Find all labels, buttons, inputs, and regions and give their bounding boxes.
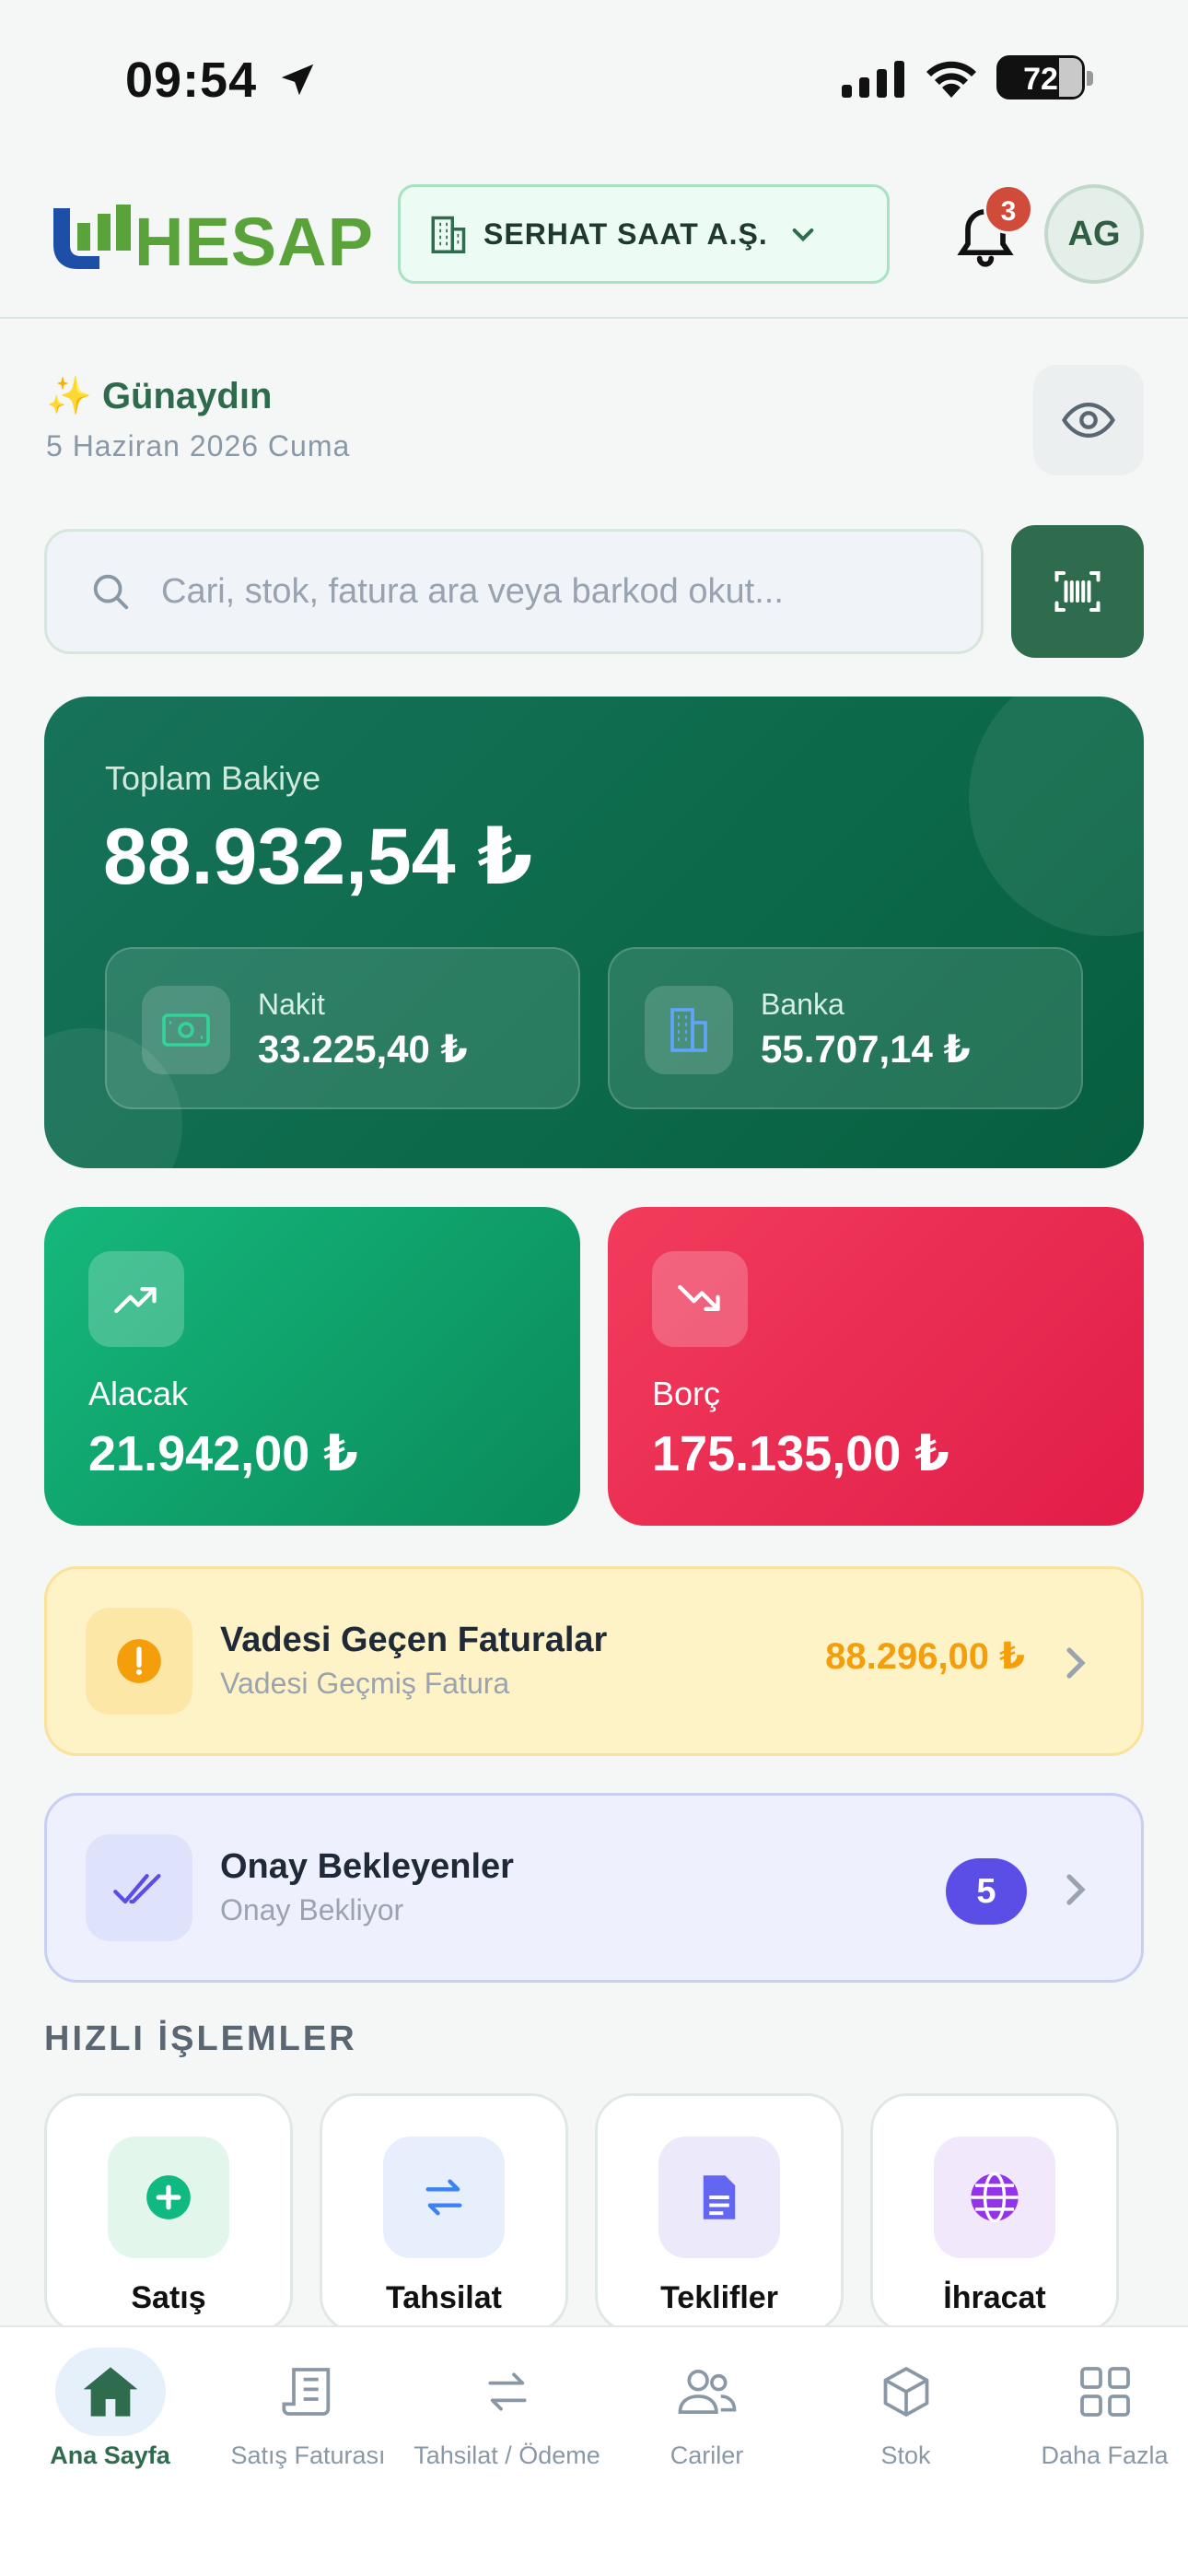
chevron-right-icon xyxy=(1066,1647,1086,1679)
tab-label: Satış Faturası xyxy=(230,2441,386,2469)
tab-home[interactable]: Ana Sayfa xyxy=(11,2348,209,2470)
quick-action-sales[interactable]: Satış xyxy=(44,2093,293,2333)
quick-action-quotes[interactable]: Teklifler xyxy=(595,2093,844,2333)
barcode-scan-button[interactable] xyxy=(1011,525,1144,658)
debt-label: Borç xyxy=(652,1375,721,1412)
greeting-text: Günaydın xyxy=(101,376,273,416)
tab-stock[interactable]: Stok xyxy=(807,2348,1005,2470)
wifi-icon xyxy=(926,61,976,98)
tab-label: Tahsilat / Ödeme xyxy=(413,2441,600,2469)
eye-icon xyxy=(1062,403,1115,438)
quick-action-label: İhracat xyxy=(943,2280,1046,2315)
tab-label: Ana Sayfa xyxy=(50,2441,170,2469)
trending-down-icon xyxy=(652,1251,748,1347)
cash-label: Nakit xyxy=(258,988,325,1021)
users-icon xyxy=(652,2348,763,2436)
tab-label: Daha Fazla xyxy=(1041,2441,1169,2469)
swap-icon xyxy=(383,2137,505,2258)
tab-label: Stok xyxy=(880,2441,931,2469)
building-icon xyxy=(431,216,466,253)
battery-icon: 72 xyxy=(996,55,1093,100)
tab-more[interactable]: Daha Fazla xyxy=(1006,2348,1188,2470)
total-balance-card[interactable]: Toplam Bakiye 88.932,54 ₺ Nakit 33.225,4… xyxy=(44,697,1144,1168)
search-input[interactable] xyxy=(161,571,916,612)
greeting: ✨ Günaydın xyxy=(46,374,272,417)
sparkles-icon: ✨ xyxy=(46,376,92,416)
approvals-count-badge: 5 xyxy=(946,1858,1027,1925)
receivable-value: 21.942,00 ₺ xyxy=(88,1426,358,1481)
barcode-icon xyxy=(1054,571,1101,612)
receipt-icon xyxy=(253,2348,364,2436)
approvals-subtitle: Onay Bekliyor xyxy=(220,1893,404,1926)
company-name: SERHAT SAAT A.Ş. xyxy=(483,217,768,251)
pending-approvals-row[interactable]: Onay Bekleyenler Onay Bekliyor 5 xyxy=(44,1793,1144,1983)
tab-accounts[interactable]: Cariler xyxy=(608,2348,806,2470)
overdue-invoices-row[interactable]: Vadesi Geçen Faturalar Vadesi Geçmiş Fat… xyxy=(44,1566,1144,1756)
box-icon xyxy=(851,2348,961,2436)
bank-icon xyxy=(645,986,733,1074)
quick-action-label: Satış xyxy=(131,2280,206,2315)
bank-balance-card[interactable]: Banka 55.707,14 ₺ xyxy=(608,947,1083,1109)
cash-balance-card[interactable]: Nakit 33.225,40 ₺ xyxy=(105,947,580,1109)
logo-mark-icon xyxy=(53,205,131,269)
greeting-date: 5 Haziran 2026 Cuma xyxy=(46,429,351,463)
logo-text: HESAP xyxy=(134,204,374,280)
chevron-down-icon xyxy=(792,228,814,242)
location-arrow-icon xyxy=(281,64,314,96)
plus-circle-icon xyxy=(108,2137,229,2258)
bottom-tab-bar: Ana Sayfa Satış Faturası Tahsilat / Ödem… xyxy=(0,2325,1188,2576)
total-balance-label: Toplam Bakiye xyxy=(105,759,321,797)
grid-icon xyxy=(1050,2348,1160,2436)
swap-icon xyxy=(452,2348,563,2436)
toggle-visibility-button[interactable] xyxy=(1033,365,1144,475)
tab-sales-invoice[interactable]: Satış Faturası xyxy=(209,2348,407,2470)
user-avatar[interactable]: AG xyxy=(1044,184,1144,284)
status-time: 09:54 xyxy=(125,53,258,108)
app-logo[interactable]: HESAP xyxy=(50,201,373,280)
globe-icon xyxy=(934,2137,1055,2258)
quick-action-export[interactable]: İhracat xyxy=(870,2093,1119,2333)
quick-actions-title: HIZLI İŞLEMLER xyxy=(44,2020,357,2058)
notification-badge: 3 xyxy=(984,184,1033,234)
bank-label: Banka xyxy=(761,988,844,1021)
warning-icon xyxy=(86,1608,192,1715)
receivable-label: Alacak xyxy=(88,1375,189,1412)
tab-collection-payment[interactable]: Tahsilat / Ödeme xyxy=(408,2348,606,2470)
debt-card[interactable]: Borç 175.135,00 ₺ xyxy=(608,1207,1144,1526)
overdue-amount: 88.296,00 ₺ xyxy=(825,1636,1025,1677)
battery-level: 72 xyxy=(1023,62,1058,97)
search-icon xyxy=(93,574,129,610)
quick-action-label: Teklifler xyxy=(660,2280,778,2315)
chevron-right-icon xyxy=(1066,1874,1086,1905)
status-bar: 09:54 72 xyxy=(0,0,1188,157)
document-icon xyxy=(658,2137,780,2258)
debt-value: 175.135,00 ₺ xyxy=(652,1426,949,1481)
quick-action-collection[interactable]: Tahsilat xyxy=(320,2093,568,2333)
cash-icon xyxy=(142,986,230,1074)
receivable-card[interactable]: Alacak 21.942,00 ₺ xyxy=(44,1207,580,1526)
signal-icon xyxy=(842,61,904,98)
search-bar[interactable] xyxy=(44,529,984,654)
cash-value: 33.225,40 ₺ xyxy=(258,1027,468,1071)
double-check-icon xyxy=(86,1834,192,1941)
total-balance-value: 88.932,54 ₺ xyxy=(103,813,533,901)
home-icon xyxy=(54,2348,166,2436)
trending-up-icon xyxy=(88,1251,184,1347)
quick-action-label: Tahsilat xyxy=(386,2280,502,2315)
company-selector[interactable]: SERHAT SAAT A.Ş. xyxy=(398,184,890,284)
overdue-title: Vadesi Geçen Faturalar xyxy=(220,1621,608,1659)
bank-value: 55.707,14 ₺ xyxy=(761,1027,971,1071)
tab-label: Cariler xyxy=(670,2441,744,2469)
overdue-subtitle: Vadesi Geçmiş Fatura xyxy=(220,1667,510,1700)
approvals-title: Onay Bekleyenler xyxy=(220,1847,514,1886)
